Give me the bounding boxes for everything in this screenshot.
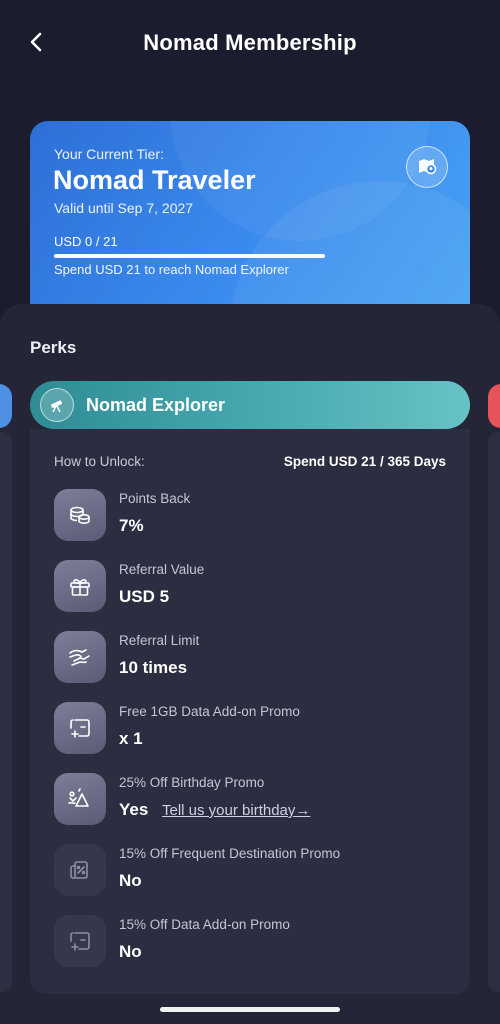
- unlock-requirement: How to Unlock: Spend USD 21 / 365 Days: [54, 454, 446, 472]
- perk-label: Points Back: [119, 491, 191, 506]
- header: Nomad Membership: [0, 0, 500, 90]
- perk-label: Referral Value: [119, 562, 205, 577]
- party-icon: [54, 773, 106, 825]
- birthday-link[interactable]: Tell us your birthday→: [162, 802, 310, 819]
- perk-value: No: [119, 871, 142, 890]
- telescope-icon: [40, 388, 74, 422]
- perk-value: 7%: [119, 516, 144, 535]
- home-indicator[interactable]: [160, 1007, 340, 1012]
- perk-label: Free 1GB Data Add-on Promo: [119, 704, 300, 719]
- perks-sheet: Perks Nomad Explorer How to Unlock: Spen…: [0, 304, 500, 1024]
- perk-value: Yes: [119, 800, 149, 819]
- perk-value: x 1: [119, 729, 143, 748]
- tier-label: Your Current Tier:: [54, 146, 164, 162]
- perk-points-back: Points Back 7%: [54, 489, 454, 545]
- perk-frequent-destination-promo: 15% Off Frequent Destination Promo No: [54, 844, 454, 900]
- tier-progress-track: [54, 254, 325, 258]
- perk-free-data-promo: Free 1GB Data Add-on Promo x 1: [54, 702, 454, 758]
- perks-title: Perks: [30, 338, 77, 357]
- destination-icon: [54, 844, 106, 896]
- perk-label: Referral Limit: [119, 633, 200, 648]
- perk-referral-value: Referral Value USD 5: [54, 560, 454, 616]
- perk-value: USD 5: [119, 587, 170, 606]
- unlock-label: How to Unlock:: [54, 454, 145, 469]
- perk-value: No: [119, 942, 142, 961]
- perk-label: 15% Off Frequent Destination Promo: [119, 846, 341, 861]
- perk-value: 10 times: [119, 658, 188, 677]
- next-tier-panel-peek: [488, 432, 500, 992]
- unlock-value: Spend USD 21 / 365 Days: [283, 454, 446, 469]
- tier-progress-text: USD 0 / 21: [54, 234, 118, 249]
- prev-tier-panel-peek: [0, 432, 12, 992]
- data-addon-icon: [54, 702, 106, 754]
- handshake-icon: [54, 631, 106, 683]
- tier-name: Nomad Traveler: [53, 165, 256, 195]
- tier-valid-date: Valid until Sep 7, 2027: [54, 200, 194, 216]
- perk-birthday-promo: 25% Off Birthday Promo Yes Tell us your …: [54, 773, 454, 829]
- perks-panel: How to Unlock: Spend USD 21 / 365 Days P…: [30, 429, 470, 994]
- tier-hint: Spend USD 21 to reach Nomad Explorer: [54, 262, 289, 277]
- prev-tier-peek[interactable]: [0, 384, 12, 428]
- page-title: Nomad Membership: [143, 30, 357, 55]
- tier-pill-label: Nomad Explorer: [86, 394, 226, 415]
- gift-icon: [54, 560, 106, 612]
- perk-referral-limit: Referral Limit 10 times: [54, 631, 454, 687]
- next-tier-peek[interactable]: [488, 384, 500, 428]
- tier-progress-bar: [54, 254, 325, 258]
- tier-pill-nomad-explorer[interactable]: Nomad Explorer: [30, 381, 470, 429]
- perk-label: 15% Off Data Add-on Promo: [119, 917, 290, 932]
- coins-icon: [54, 489, 106, 541]
- current-tier-card: Your Current Tier: Nomad Traveler Valid …: [30, 121, 470, 321]
- data-addon-icon: [54, 915, 106, 967]
- map-pin-icon: [406, 146, 448, 188]
- perk-label: 25% Off Birthday Promo: [119, 775, 265, 790]
- perk-data-addon-promo: 15% Off Data Add-on Promo No: [54, 915, 454, 971]
